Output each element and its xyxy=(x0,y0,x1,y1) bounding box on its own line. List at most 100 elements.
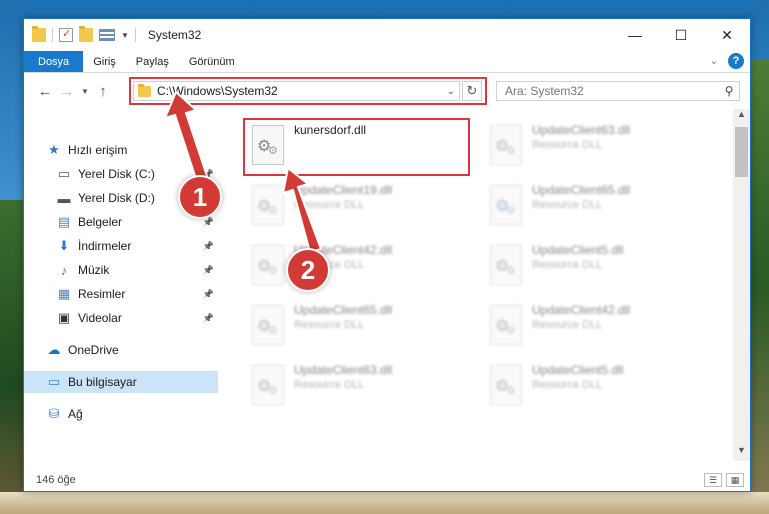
address-bar[interactable]: C:\Windows\System32 ⌄ xyxy=(133,81,460,101)
ribbon-tabs: Dosya Giriş Paylaş Görünüm ⌄ ? xyxy=(24,51,750,73)
window-title: System32 xyxy=(147,28,202,42)
sidebar-item[interactable]: ★ Hızlı erişim xyxy=(24,139,218,161)
file-type: Resource DLL xyxy=(294,379,365,391)
file-type: Resource DLL xyxy=(532,319,603,331)
drive-icon: ▬ xyxy=(57,190,71,206)
close-button[interactable]: ✕ xyxy=(704,19,750,51)
recent-locations-icon[interactable]: ▼ xyxy=(78,87,92,96)
back-button[interactable]: ← xyxy=(34,83,56,100)
file-item[interactable]: UpdateClient5.dll Resource DLL xyxy=(484,361,704,411)
address-dropdown-icon[interactable]: ⌄ xyxy=(447,86,459,97)
scroll-thumb[interactable] xyxy=(735,127,748,177)
videos-icon: ▣ xyxy=(57,310,71,325)
item-count: 146 öğe xyxy=(36,474,76,486)
pictures-icon: ▦ xyxy=(57,286,71,301)
separator xyxy=(134,28,136,42)
file-name: UpdateClient65.dll xyxy=(294,303,393,317)
network-icon: ⛁ xyxy=(48,406,60,421)
pin-icon[interactable]: 📌 xyxy=(203,241,214,252)
folder-icon xyxy=(138,83,151,97)
properties-icon[interactable] xyxy=(59,27,73,42)
tab-view[interactable]: Görünüm xyxy=(179,51,245,72)
file-name: kunersdorf.dll xyxy=(294,123,367,137)
sidebar-item[interactable]: ☁ OneDrive xyxy=(24,339,218,361)
content-area: ★ Hızlı erişim ▭ Yerel Disk (C:) 📌 ▬ Yerel Dis… xyxy=(24,109,750,461)
scroll-down-icon[interactable]: ▼ xyxy=(733,445,750,461)
sidebar-item[interactable]: ▦ Resimler 📌 xyxy=(24,283,218,305)
title-bar: ▼ System32 — ☐ ✕ xyxy=(24,19,750,51)
dll-file-icon xyxy=(252,365,284,405)
tab-home[interactable]: Giriş xyxy=(83,51,126,72)
file-item[interactable]: UpdateClient19.dll Resource DLL xyxy=(246,181,466,231)
step-badge-2: 2 xyxy=(286,248,330,292)
folder-icon[interactable] xyxy=(32,26,46,42)
file-item[interactable]: UpdateClient63.dll Resource DLL xyxy=(246,361,466,411)
search-box[interactable]: ⚲ xyxy=(496,81,740,101)
new-folder-icon[interactable] xyxy=(79,26,93,42)
refresh-button[interactable]: ↻ xyxy=(462,81,482,101)
large-icons-view-icon[interactable]: ▦ xyxy=(726,473,744,487)
file-item[interactable]: UpdateClient65.dll Resource DLL xyxy=(246,301,466,351)
pin-icon[interactable]: 📌 xyxy=(203,265,214,276)
file-name: UpdateClient42.dll xyxy=(532,303,631,317)
maximize-button[interactable]: ☐ xyxy=(658,19,704,51)
address-text[interactable]: C:\Windows\System32 xyxy=(157,84,447,98)
scroll-up-icon[interactable]: ▲ xyxy=(733,109,750,125)
sidebar-item-label: Yerel Disk (D:) xyxy=(78,191,155,205)
wallpaper-sand xyxy=(0,492,769,514)
quick-access-toolbar: ▼ xyxy=(24,26,136,42)
file-item-kunersdorf[interactable]: kunersdorf.dll xyxy=(246,121,466,171)
file-type: Resource DLL xyxy=(294,319,365,331)
star-icon: ★ xyxy=(48,142,60,157)
file-item[interactable]: UpdateClient63.dll Resource DLL xyxy=(484,121,704,171)
file-item[interactable]: UpdateClient42.dllResource DLL xyxy=(246,241,466,291)
details-view-icon[interactable]: ☰ xyxy=(704,473,722,487)
dll-file-icon xyxy=(490,185,522,225)
sidebar-item-label: OneDrive xyxy=(68,343,119,357)
sidebar-item[interactable]: ▭ Bu bilgisayar xyxy=(24,371,218,393)
view-options-icon[interactable] xyxy=(99,29,115,41)
file-type: Resource DLL xyxy=(532,379,603,391)
dll-file-icon xyxy=(252,305,284,345)
dll-file-icon xyxy=(252,125,284,165)
navigation-pane: ★ Hızlı erişim ▭ Yerel Disk (C:) 📌 ▬ Yerel Dis… xyxy=(24,109,218,461)
sidebar-item-label: İndirmeler xyxy=(78,239,132,253)
separator xyxy=(52,28,53,42)
file-name: UpdateClient19.dll xyxy=(294,183,393,197)
file-name: UpdateClient63.dll xyxy=(532,123,631,137)
music-icon: ♪ xyxy=(60,262,68,278)
file-item[interactable]: UpdateClient42.dll Resource DLL xyxy=(484,301,704,351)
dll-file-icon xyxy=(490,245,522,285)
sidebar-item[interactable]: ⛁ Ağ xyxy=(24,403,218,425)
file-type: Resource DLL xyxy=(532,199,603,211)
file-item[interactable]: UpdateClient5.dll Resource DLL xyxy=(484,241,704,291)
search-input[interactable] xyxy=(505,84,719,98)
file-item[interactable]: UpdateClient65.dll Resource DLL xyxy=(484,181,704,231)
minimize-button[interactable]: — xyxy=(612,19,658,51)
navigation-bar: ← → ▼ ↑ C:\Windows\System32 ⌄ ↻ ⚲ xyxy=(24,73,750,109)
sidebar-item[interactable]: ▣ Videolar 📌 xyxy=(24,307,218,329)
dll-file-icon xyxy=(252,245,284,285)
expand-ribbon-icon[interactable]: ⌄ xyxy=(710,56,718,67)
drive-icon: ▭ xyxy=(57,166,71,181)
file-name: UpdateClient5.dll xyxy=(532,243,624,257)
help-icon[interactable]: ? xyxy=(728,53,744,69)
up-button[interactable]: ↑ xyxy=(92,83,114,100)
window-controls: — ☐ ✕ xyxy=(612,19,750,51)
dll-file-icon xyxy=(252,185,284,225)
vertical-scrollbar[interactable]: ▲ ▼ xyxy=(733,109,750,461)
status-bar: 146 öğe ☰ ▦ xyxy=(24,469,750,491)
step-badge-1: 1 xyxy=(178,175,222,219)
tab-file[interactable]: Dosya xyxy=(24,51,84,72)
sidebar-item[interactable]: ⬇ İndirmeler 📌 xyxy=(24,235,218,257)
search-icon[interactable]: ⚲ xyxy=(719,84,739,98)
pin-icon[interactable]: 📌 xyxy=(203,289,214,300)
sidebar-item[interactable]: ♪ Müzik 📌 xyxy=(24,259,218,281)
view-buttons: ☰ ▦ xyxy=(704,473,744,487)
forward-button[interactable]: → xyxy=(56,83,78,100)
sidebar-item-label: Belgeler xyxy=(78,215,123,229)
computer-icon: ▭ xyxy=(47,374,61,389)
customize-toolbar-icon[interactable]: ▼ xyxy=(121,31,129,40)
tab-share[interactable]: Paylaş xyxy=(126,51,179,72)
pin-icon[interactable]: 📌 xyxy=(203,313,214,324)
